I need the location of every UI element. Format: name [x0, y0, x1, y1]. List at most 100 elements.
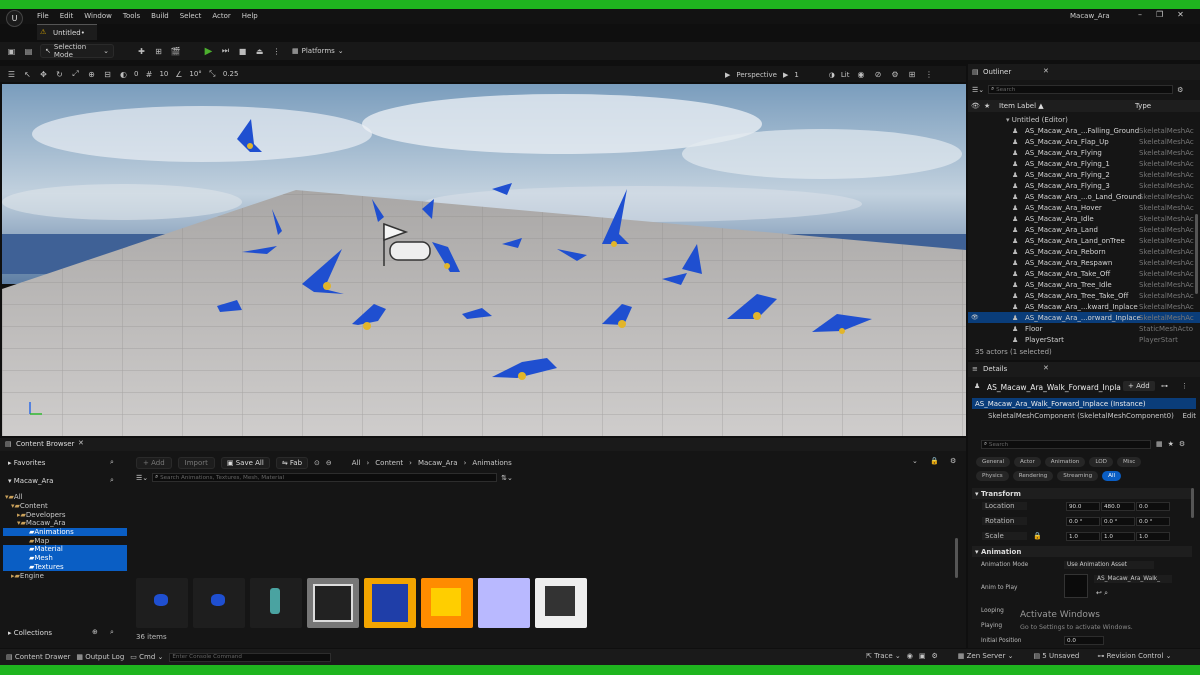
tab-rendering[interactable]: Rendering	[1012, 471, 1054, 481]
outliner-row[interactable]: ♟ AS_Macaw_Ara_...kward_Inplace SkeletalMe…	[968, 301, 1200, 312]
blueprint-icon[interactable]: ⊶	[1161, 382, 1168, 390]
filter-icon[interactable]: ☰⌄	[136, 474, 148, 482]
item-label-column[interactable]: Item Label ▲	[999, 102, 1044, 110]
content-drawer-button[interactable]: ▤ Content Drawer	[6, 653, 70, 661]
asset-tile-row2[interactable]	[478, 578, 530, 628]
revision-control-button[interactable]: ⊶ Revision Control ⌄	[1097, 652, 1171, 660]
tab-actor[interactable]: Actor	[1014, 457, 1041, 467]
play-options-icon[interactable]: ⋮	[271, 46, 282, 57]
settings-icon[interactable]: ⚙	[890, 69, 901, 80]
breadcrumb-content[interactable]: Content	[375, 459, 403, 467]
menu-window[interactable]: Window	[84, 12, 112, 20]
forward-icon[interactable]: ⊖	[326, 459, 332, 467]
menu-file[interactable]: File	[37, 12, 49, 20]
settings-icon[interactable]: ⚙	[1179, 440, 1185, 448]
trace-button[interactable]: ⇱ Trace ⌄	[866, 652, 901, 660]
history-icon[interactable]: ⊙	[314, 459, 320, 467]
save-all-button[interactable]: ▣ Save All	[220, 457, 270, 469]
outliner-row[interactable]: ♟ AS_Macaw_Ara_Flying_1 SkeletalMeshAc	[968, 158, 1200, 169]
outliner-row[interactable]: ♟ AS_Macaw_Ara_...Falling_Ground SkeletalM…	[968, 125, 1200, 136]
rotation-y-field[interactable]: 0.0 °	[1101, 517, 1135, 526]
outliner-row[interactable]: ♟ AS_Macaw_Ara_Respawn SkeletalMeshAc	[968, 257, 1200, 268]
outliner-root[interactable]: ▾ Untitled (Editor)	[968, 114, 1200, 125]
performance-icon[interactable]: ⊘	[873, 69, 884, 80]
menu-actor[interactable]: Actor	[212, 12, 230, 20]
asset-tile-row2[interactable]	[364, 578, 416, 628]
details-search-input[interactable]: ⌕ Search	[981, 440, 1151, 449]
maximize-icon[interactable]: ❐	[1156, 10, 1163, 19]
grid-snap-icon[interactable]: #	[143, 69, 154, 80]
location-y-field[interactable]: 480.0	[1101, 502, 1135, 511]
outliner-row[interactable]: ♟ AS_Macaw_Ara_Flap_Up SkeletalMeshAc	[968, 136, 1200, 147]
console-input[interactable]: Enter Console Command	[169, 652, 332, 662]
location-x-field[interactable]: 90.0	[1066, 502, 1100, 511]
folder-mesh[interactable]: ▰ Mesh	[3, 553, 127, 563]
outliner-settings-icon[interactable]: ⚙	[1177, 86, 1183, 94]
sort-icon[interactable]: ⇅⌄	[501, 474, 513, 482]
folder-textures[interactable]: ▰ Textures	[3, 562, 127, 572]
visibility-column-icon[interactable]: 👁	[971, 102, 980, 110]
breadcrumb-all[interactable]: All	[352, 459, 361, 467]
lit-dropdown[interactable]: Lit	[841, 71, 850, 79]
stop-icon[interactable]: ■	[237, 46, 248, 57]
chevron-down-icon[interactable]: ⌄	[912, 457, 918, 465]
add-collection-icon[interactable]: ⊕	[92, 628, 98, 636]
more-icon[interactable]: ⋮	[924, 69, 935, 80]
rotation-dropdown[interactable]: Rotation	[982, 517, 1027, 525]
collections-section[interactable]: ▸ Collections	[8, 629, 52, 637]
outliner-row[interactable]: ♟ Floor StaticMeshActo	[968, 323, 1200, 334]
menu-tools[interactable]: Tools	[123, 12, 140, 20]
outliner-row[interactable]: ♟ AS_Macaw_Ara_Tree_Take_Off SkeletalMeshA…	[968, 290, 1200, 301]
blueprint-icon[interactable]: ⊞	[153, 46, 164, 57]
scale-z-field[interactable]: 1.0	[1136, 532, 1170, 541]
animation-section-header[interactable]: ▾ Animation	[972, 546, 1192, 557]
menu-edit[interactable]: Edit	[60, 12, 74, 20]
outliner-row[interactable]: ♟ AS_Macaw_Ara_Idle SkeletalMeshAc	[968, 213, 1200, 224]
world-local-icon[interactable]: ⊕	[86, 69, 97, 80]
asset-tile-row2[interactable]	[421, 578, 473, 628]
asset-tile-row2[interactable]	[193, 578, 245, 628]
more-icon[interactable]: ⋮	[1181, 382, 1188, 390]
move-tool-icon[interactable]: ✥	[38, 69, 49, 80]
record-icon[interactable]: ◉	[907, 652, 913, 660]
asset-tile-row2[interactable]	[250, 578, 302, 628]
folder-material[interactable]: ▰ Material	[3, 545, 127, 554]
menu-build[interactable]: Build	[151, 12, 169, 20]
tab-animation[interactable]: Animation	[1044, 457, 1086, 467]
viewport-menu-icon[interactable]: ☰	[6, 69, 17, 80]
folder-content[interactable]: ▾▰ Content	[3, 502, 127, 511]
outliner-row[interactable]: ♟ AS_Macaw_Ara_Land_onTree SkeletalMeshAc	[968, 235, 1200, 246]
outliner-row[interactable]: ♟ AS_Macaw_Ara_Flying SkeletalMeshAc	[968, 147, 1200, 158]
add-button[interactable]: + Add	[136, 457, 172, 469]
outliner-row[interactable]: 👁 ♟ AS_Macaw_Ara_...orward_Inplace Skeletal…	[968, 312, 1200, 323]
animation-mode-dropdown[interactable]: Use Animation Asset	[1064, 561, 1154, 569]
outliner-row[interactable]: ♟ AS_Macaw_Ara_Take_Off SkeletalMeshAc	[968, 268, 1200, 279]
selection-mode-dropdown[interactable]: ↖ Selection Mode ⌄	[40, 43, 114, 59]
asset-tile-row2[interactable]	[307, 578, 359, 628]
outliner-row[interactable]: ♟ AS_Macaw_Ara_...o_Land_Ground SkeletalMe…	[968, 191, 1200, 202]
perspective-dropdown[interactable]: Perspective	[736, 71, 777, 79]
location-z-field[interactable]: 0.0	[1136, 502, 1170, 511]
asset-tile-row2[interactable]	[535, 578, 587, 628]
camera-speed-value[interactable]: 1	[794, 71, 798, 79]
settings-icon[interactable]: ⚙	[932, 652, 938, 660]
anim-asset-dropdown[interactable]: AS_Macaw_Ara_Walk_	[1094, 575, 1172, 583]
edit-component-button[interactable]: Edit	[1182, 412, 1196, 420]
rotate-snap-value[interactable]: 0	[134, 70, 138, 78]
menu-help[interactable]: Help	[242, 12, 258, 20]
grid-view-icon[interactable]: ▦	[1156, 440, 1163, 448]
add-component-button[interactable]: + Add	[1123, 381, 1155, 391]
details-close-icon[interactable]: ✕	[1043, 364, 1049, 372]
outliner-row[interactable]: ♟ AS_Macaw_Ara_Tree_Idle SkeletalMeshAc	[968, 279, 1200, 290]
details-scrollbar[interactable]	[1191, 488, 1194, 518]
layout-icon[interactable]: ⊞	[907, 69, 918, 80]
search-icon[interactable]: ⌕	[110, 628, 114, 637]
asset-search-input[interactable]: ⌕ Search Animations, Textures, Mesh, Mat…	[152, 473, 498, 482]
save-icon[interactable]: ▣	[6, 46, 17, 57]
outliner-close-icon[interactable]: ✕	[1043, 67, 1049, 75]
angle-snap-icon[interactable]: ∠	[173, 69, 184, 80]
type-column[interactable]: Type	[1135, 102, 1151, 110]
scale-snap-icon[interactable]: ⤡	[207, 69, 218, 80]
outliner-row[interactable]: ♟ PlayerStart PlayerStart	[968, 334, 1200, 345]
level-viewport[interactable]: AS_Macaw_Ara _Flying_2Animation Sequence…	[2, 84, 966, 436]
